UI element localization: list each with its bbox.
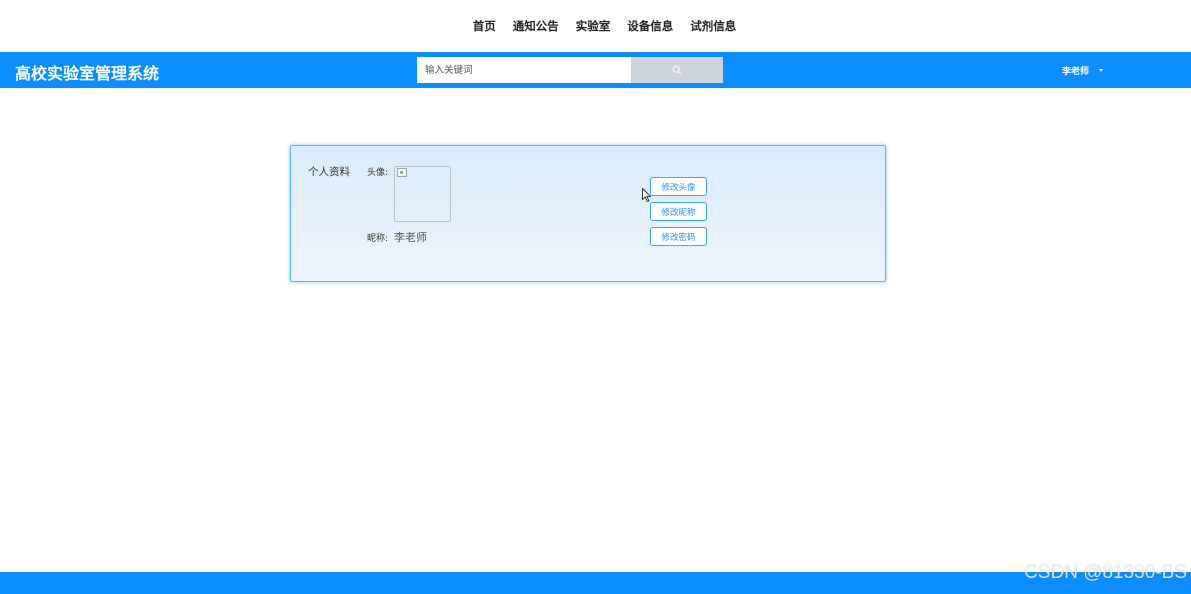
change-nickname-button[interactable]: 修改昵称: [650, 202, 707, 221]
nav-item-equipment[interactable]: 设备信息: [627, 18, 673, 34]
avatar: [394, 166, 451, 222]
nav-item-home[interactable]: 首页: [473, 18, 496, 34]
watermark: CSDN @81330-BS: [1024, 562, 1187, 583]
change-password-button[interactable]: 修改密码: [650, 227, 707, 246]
profile-section-title: 个人资料: [308, 166, 350, 178]
page: 首页 通知公告 实验室 设备信息 试剂信息 高校实验室管理系统 李老师 个人资料…: [0, 0, 1191, 594]
search-bar: [417, 57, 723, 83]
header-bar: 高校实验室管理系统 李老师: [0, 52, 1191, 88]
search-icon: [672, 65, 682, 75]
site-title: 高校实验室管理系统: [15, 64, 160, 83]
profile-card: 个人资料 头像: 昵称: 李老师 修改头像 修改昵称 修改密码: [290, 145, 886, 282]
chevron-down-icon: [1099, 69, 1104, 72]
user-name: 李老师: [1062, 67, 1090, 77]
mouse-cursor-icon: [642, 188, 652, 202]
nickname-value: 李老师: [394, 231, 427, 244]
broken-image-icon: [397, 168, 407, 177]
user-menu[interactable]: 李老师: [1062, 64, 1104, 77]
nav-item-labs[interactable]: 实验室: [576, 18, 611, 34]
top-nav: 首页 通知公告 实验室 设备信息 试剂信息: [0, 0, 1191, 52]
change-avatar-button[interactable]: 修改头像: [650, 177, 707, 196]
search-button[interactable]: [631, 57, 723, 83]
footer-bar: [0, 572, 1191, 594]
nickname-label: 昵称:: [367, 234, 389, 244]
nav-item-reagents[interactable]: 试剂信息: [690, 18, 736, 34]
nav-item-notices[interactable]: 通知公告: [513, 18, 559, 34]
avatar-label: 头像:: [367, 168, 389, 178]
search-input[interactable]: [417, 57, 631, 83]
